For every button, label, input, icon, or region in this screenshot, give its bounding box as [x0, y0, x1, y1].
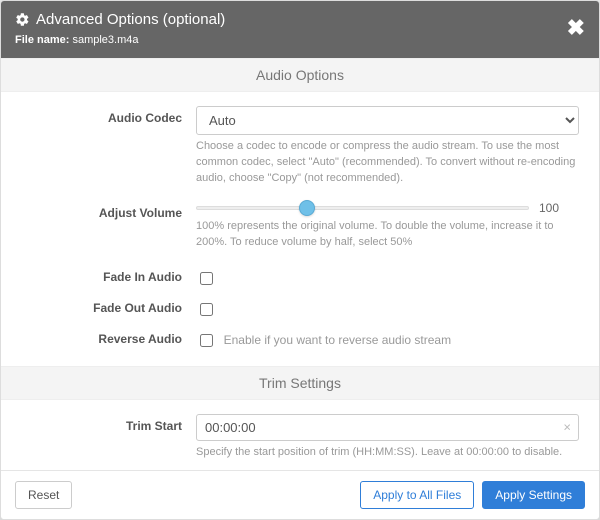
file-name-value: sample3.m4a [72, 34, 138, 46]
clear-icon[interactable]: × [563, 420, 571, 435]
modal-footer: Reset Apply to All Files Apply Settings [1, 470, 599, 519]
audio-codec-label: Audio Codec [21, 106, 196, 187]
modal-title-row: Advanced Options (optional) [15, 11, 585, 28]
modal-body: Audio Options Audio Codec Auto Choose a … [1, 58, 599, 470]
apply-all-button[interactable]: Apply to All Files [360, 481, 474, 509]
row-reverse-audio: Reverse Audio Enable if you want to reve… [21, 327, 579, 350]
apply-settings-button[interactable]: Apply Settings [482, 481, 585, 509]
adjust-volume-help: 100% represents the original volume. To … [196, 219, 579, 251]
slider-track [196, 206, 529, 210]
volume-value: 100 [539, 201, 579, 215]
reverse-audio-help: Enable if you want to reverse audio stre… [224, 333, 451, 347]
fade-out-checkbox[interactable] [200, 303, 213, 316]
trim-start-label: Trim Start [21, 414, 196, 461]
advanced-options-modal: Advanced Options (optional) File name: s… [0, 0, 600, 520]
row-trim-start: Trim Start × Specify the start position … [21, 414, 579, 461]
fade-out-label: Fade Out Audio [21, 296, 196, 319]
reset-button[interactable]: Reset [15, 481, 72, 509]
reverse-audio-label: Reverse Audio [21, 327, 196, 350]
trim-settings-form: Trim Start × Specify the start position … [1, 400, 599, 470]
audio-codec-help: Choose a codec to encode or compress the… [196, 139, 579, 187]
volume-slider[interactable] [196, 201, 529, 215]
file-name-label: File name: [15, 34, 69, 46]
trim-start-input[interactable] [196, 414, 579, 441]
section-audio-title: Audio Options [1, 58, 599, 92]
row-audio-codec: Audio Codec Auto Choose a codec to encod… [21, 106, 579, 187]
reverse-audio-checkbox[interactable] [200, 334, 213, 347]
gear-icon [15, 12, 30, 27]
adjust-volume-label: Adjust Volume [21, 201, 196, 251]
fade-in-label: Fade In Audio [21, 265, 196, 288]
modal-subtitle: File name: sample3.m4a [15, 34, 585, 46]
section-trim-title: Trim Settings [1, 366, 599, 400]
row-adjust-volume: Adjust Volume 100 100% represents the or… [21, 201, 579, 251]
close-icon[interactable]: ✖ [567, 17, 585, 39]
trim-start-help: Specify the start position of trim (HH:M… [196, 445, 579, 461]
audio-codec-select[interactable]: Auto [196, 106, 579, 135]
slider-thumb[interactable] [299, 200, 315, 216]
modal-header: Advanced Options (optional) File name: s… [1, 1, 599, 58]
fade-in-checkbox[interactable] [200, 272, 213, 285]
row-fade-in: Fade In Audio [21, 265, 579, 288]
row-fade-out: Fade Out Audio [21, 296, 579, 319]
audio-options-form: Audio Codec Auto Choose a codec to encod… [1, 92, 599, 366]
modal-title: Advanced Options (optional) [36, 11, 225, 28]
